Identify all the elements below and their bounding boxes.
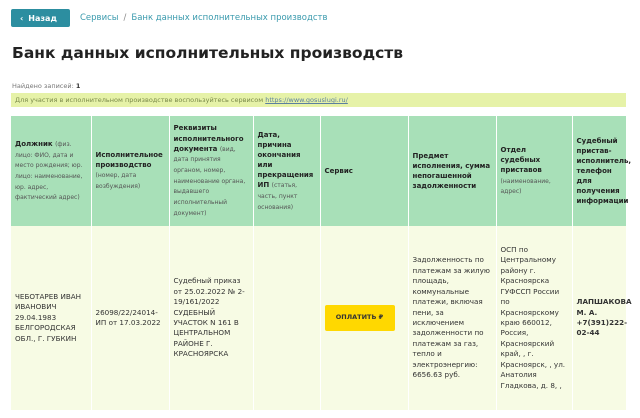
table-header-row: Должник (физ. лицо: ФИО, дата и место ро… [11,116,631,226]
header-service: Сервис [320,116,409,226]
back-button[interactable]: ‹ Назад [11,9,70,27]
records-found-label: Найдено записей: [12,82,74,90]
records-found-count: 1 [75,82,81,90]
cell-proceeding: 26098/22/24014-ИП от 17.03.2022 [91,226,170,410]
breadcrumb-services-link[interactable]: Сервисы [80,13,118,23]
page-title: Банк данных исполнительных производств [12,44,404,62]
bailiff-phone[interactable]: +7(391)222-02-44 [577,318,628,337]
header-subject: Предмет исполнения, сумма непогашенной з… [408,116,497,226]
table-row: ЧЕБОТАРЕВ ИВАН ИВАНОВИЧ 29.04.1983 БЕЛГО… [11,226,632,410]
header-proceeding: Исполнительное производство (номер, дата… [91,116,170,226]
header-department: Отдел судебных приставов (наименование, … [496,116,573,226]
breadcrumb-separator: / [123,13,127,23]
header-bailiff: Судебный пристав-исполнитель, телефон дл… [572,116,631,226]
cell-subject: Задолженность по платежам за жилую площа… [408,226,497,410]
top-navigation: ‹ Назад Сервисы / Банк данных исполнител… [11,9,327,27]
info-banner-text: Для участия в исполнительном производств… [15,96,264,104]
chevron-left-icon: ‹ [20,13,24,23]
info-banner: Для участия в исполнительном производств… [11,93,626,107]
bailiff-name: ЛАПШАКОВА М. А. [576,297,632,317]
header-debtor: Должник (физ. лицо: ФИО, дата и место ро… [11,116,92,226]
proceedings-table: Должник (физ. лицо: ФИО, дата и место ро… [11,116,632,410]
breadcrumb-current[interactable]: Банк данных исполнительных производств [131,13,327,23]
cell-bailiff: ЛАПШАКОВА М. А. +7(391)222-02-44 [572,226,632,410]
records-found: Найдено записей: 1 [12,82,80,90]
cell-document: Судебный приказ от 25.02.2022 № 2-19/161… [169,226,254,410]
back-button-label: Назад [28,13,57,23]
pay-button[interactable]: ОПЛАТИТЬ ₽ [324,305,395,331]
header-end-date: Дата, причина окончания или прекращения … [253,116,321,226]
gosuslugi-link[interactable]: https://www.gosuslugi.ru/ [265,96,348,104]
cell-end-date [253,226,321,410]
breadcrumb: Сервисы / Банк данных исполнительных про… [80,13,327,23]
cell-debtor: ЧЕБОТАРЕВ ИВАН ИВАНОВИЧ 29.04.1983 БЕЛГО… [11,226,92,410]
cell-department: ОСП по Центральному району г. Красноярск… [496,226,573,410]
cell-service: ОПЛАТИТЬ ₽ [320,226,409,410]
header-document: Реквизиты исполнительного документа (вид… [169,116,254,226]
